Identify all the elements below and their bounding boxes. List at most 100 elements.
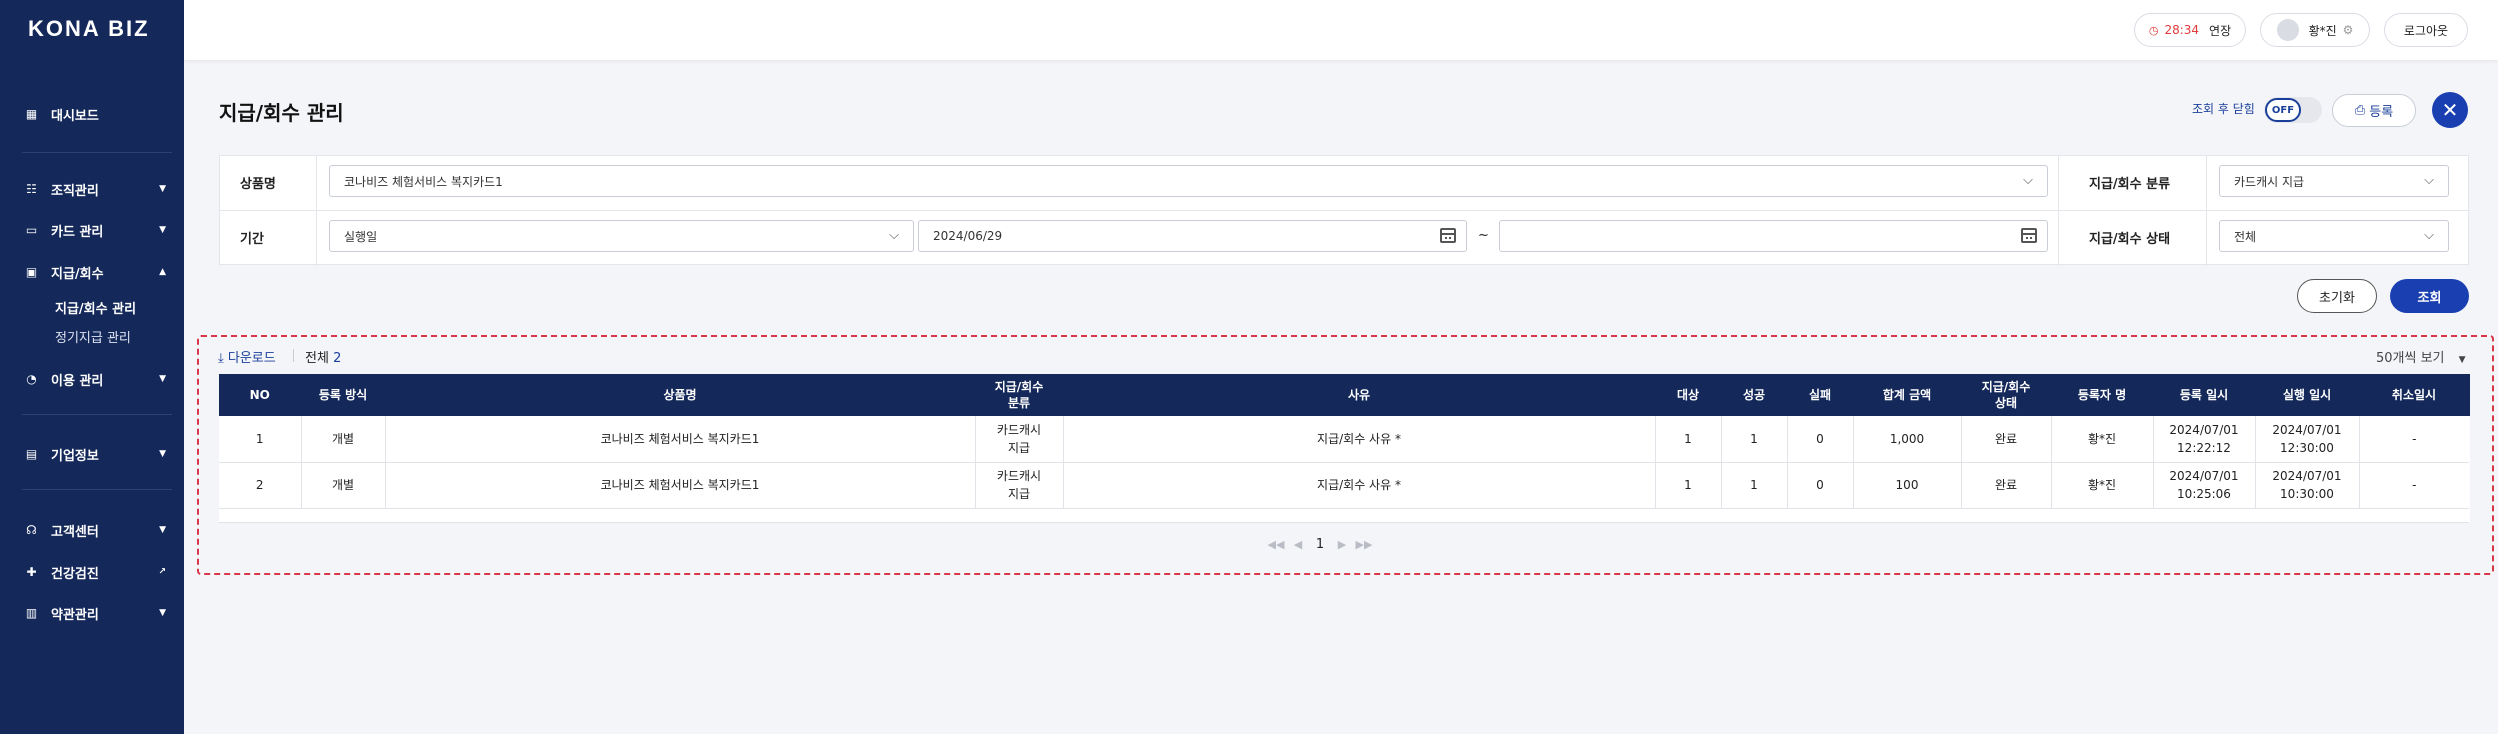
sidebar-subitem-payment-manage[interactable]: 지급/회수 관리 bbox=[55, 298, 136, 317]
health-icon: ✚ bbox=[26, 565, 37, 579]
last-page-icon[interactable]: ▶▶ bbox=[1353, 538, 1375, 551]
prev-page-icon[interactable]: ◀ bbox=[1287, 538, 1309, 551]
per-page-label: 50개씩 보기 bbox=[2376, 351, 2445, 366]
sidebar-item-label: 기업정보 bbox=[51, 448, 99, 464]
table-cell: 지급/회수 사유 * bbox=[1063, 416, 1656, 463]
search-button[interactable]: 조회 bbox=[2390, 279, 2469, 313]
filter-divider bbox=[2206, 156, 2207, 266]
download-label: 다운로드 bbox=[227, 351, 276, 366]
gear-icon: ⚙ bbox=[2342, 23, 2354, 37]
table-cell: 1 bbox=[1655, 462, 1722, 509]
sidebar-item-card[interactable]: ▭ 카드 관리 ▼ bbox=[0, 215, 184, 245]
column-header: 지급/회수 상태 bbox=[1961, 374, 2052, 416]
table-cell: 1 bbox=[1655, 416, 1722, 463]
category-label: 지급/회수 분류 bbox=[2089, 177, 2171, 192]
close-button[interactable]: ✕ bbox=[2432, 92, 2468, 128]
after-close-toggle[interactable]: OFF bbox=[2264, 97, 2322, 123]
sidebar: KONA BIZ ▦ 대시보드 ☷ 조직관리 ▼ ▭ 카드 관리 ▼ ▣ 지급/… bbox=[0, 0, 184, 734]
reset-button[interactable]: 초기화 bbox=[2297, 279, 2377, 313]
column-header: 등록자 명 bbox=[2051, 374, 2154, 416]
pagination: ◀◀ ◀ 1 ▶ ▶▶ bbox=[1265, 537, 1375, 552]
download-button[interactable]: ⤓ 다운로드 bbox=[218, 347, 276, 366]
category-value: 카드캐시 지급 bbox=[2234, 174, 2305, 189]
status-label: 지급/회수 상태 bbox=[2089, 232, 2171, 247]
chevron-down-icon: ⌵ bbox=[889, 228, 899, 243]
extend-button[interactable]: 연장 bbox=[2209, 22, 2231, 39]
column-header: 취소일시 bbox=[2359, 374, 2470, 416]
column-header: 등록 방식 bbox=[301, 374, 386, 416]
card-icon: ▭ bbox=[25, 223, 38, 237]
chevron-down-icon: ▼ bbox=[159, 525, 166, 535]
sidebar-item-label: 카드 관리 bbox=[51, 224, 104, 240]
calendar-icon[interactable] bbox=[1440, 228, 1456, 243]
timer-value: 28:34 bbox=[2164, 23, 2200, 37]
column-header: 합계 금액 bbox=[1853, 374, 1962, 416]
filter-divider bbox=[316, 156, 317, 266]
sidebar-item-payment[interactable]: ▣ 지급/회수 ▲ bbox=[0, 257, 184, 287]
column-header: 등록 일시 bbox=[2153, 374, 2256, 416]
start-date-input[interactable]: 2024/06/29 bbox=[918, 220, 1467, 252]
table-cell: - bbox=[2359, 462, 2469, 509]
sidebar-divider bbox=[22, 152, 172, 153]
status-select[interactable]: 전체 ⌵ bbox=[2219, 220, 2449, 252]
user-name: 황*진 bbox=[2308, 23, 2337, 38]
sidebar-item-organization[interactable]: ☷ 조직관리 ▼ bbox=[0, 174, 184, 204]
table-cell: 2024/07/01 10:30:00 bbox=[2255, 462, 2360, 509]
sidebar-item-usage[interactable]: ◔ 이용 관리 ▼ bbox=[0, 364, 184, 394]
sidebar-item-label: 조직관리 bbox=[51, 183, 99, 199]
sidebar-item-label: 건강검진 bbox=[51, 566, 99, 582]
table-row[interactable]: 2 개별 코나비즈 체험서비스 복지카드1 카드캐시 지급 지급/회수 사유 * 1 1 0 10… bbox=[219, 462, 2469, 509]
period-type-select[interactable]: 실행일 ⌵ bbox=[329, 220, 914, 252]
column-header: 실행 일시 bbox=[2255, 374, 2360, 416]
sidebar-item-terms[interactable]: ▥ 약관관리 ▼ bbox=[0, 598, 184, 628]
column-header: 대상 bbox=[1655, 374, 1722, 416]
register-button[interactable]: ⎙ 등록 bbox=[2332, 94, 2416, 127]
chevron-down-icon: ▼ bbox=[159, 608, 166, 618]
table-cell: 지급/회수 사유 * bbox=[1063, 462, 1656, 509]
table-cell: - bbox=[2359, 416, 2469, 463]
column-header: 지급/회수 분류 bbox=[975, 374, 1064, 416]
payment-icon: ▣ bbox=[25, 265, 38, 279]
table-row[interactable]: 1 개별 코나비즈 체험서비스 복지카드1 카드캐시 지급 지급/회수 사유 * 1 1 0 1,… bbox=[219, 416, 2469, 463]
sidebar-item-support[interactable]: ☊ 고객센터 ▼ bbox=[0, 515, 184, 545]
next-page-icon[interactable]: ▶ bbox=[1331, 538, 1353, 551]
end-date-input[interactable] bbox=[1499, 220, 2048, 252]
calendar-icon[interactable] bbox=[2021, 228, 2037, 243]
first-page-icon[interactable]: ◀◀ bbox=[1265, 538, 1287, 551]
period-type-value: 실행일 bbox=[344, 229, 378, 244]
sidebar-item-health[interactable]: ✚ 건강검진 ↗ bbox=[0, 557, 184, 587]
column-header: 성공 bbox=[1721, 374, 1788, 416]
total-label: 전체 bbox=[305, 351, 329, 366]
product-select[interactable]: 코나비즈 체험서비스 복지카드1 ⌵ bbox=[329, 165, 2048, 197]
sidebar-item-company[interactable]: ▤ 기업정보 ▼ bbox=[0, 439, 184, 469]
company-icon: ▤ bbox=[25, 447, 38, 461]
caret-down-icon: ▼ bbox=[2458, 355, 2466, 365]
sidebar-subitem-regular-payment[interactable]: 정기지급 관리 bbox=[55, 327, 131, 346]
table-cell: 100 bbox=[1853, 462, 1962, 509]
table-cell: 1 bbox=[1721, 416, 1788, 463]
sidebar-divider bbox=[22, 489, 172, 490]
sidebar-item-label: 지급/회수 bbox=[51, 266, 104, 282]
close-icon: ✕ bbox=[2441, 98, 2459, 122]
page-number[interactable]: 1 bbox=[1309, 537, 1331, 552]
chevron-down-icon: ⌵ bbox=[2424, 173, 2434, 188]
sidebar-item-label: 대시보드 bbox=[51, 108, 99, 124]
register-label: 등록 bbox=[2369, 105, 2394, 120]
clock-icon: ◷ bbox=[2148, 23, 2159, 37]
brand-logo[interactable]: KONA BIZ bbox=[28, 16, 150, 42]
page-title: 지급/회수 관리 bbox=[219, 101, 344, 125]
sidebar-item-dashboard[interactable]: ▦ 대시보드 bbox=[0, 99, 184, 129]
per-page-select[interactable]: 50개씩 보기 ▼ bbox=[2376, 347, 2466, 366]
product-value: 코나비즈 체험서비스 복지카드1 bbox=[344, 174, 503, 189]
table-cell: 황*진 bbox=[2051, 416, 2154, 463]
session-timer: ◷ 28:34 연장 bbox=[2134, 13, 2246, 47]
table-cell: 1 bbox=[219, 416, 302, 463]
category-select[interactable]: 카드캐시 지급 ⌵ bbox=[2219, 165, 2449, 197]
register-icon: ⎙ bbox=[2354, 103, 2366, 118]
logout-button[interactable]: 로그아웃 bbox=[2384, 13, 2468, 47]
table-cell: 완료 bbox=[1961, 462, 2052, 509]
table-cell: 2024/07/01 12:22:12 bbox=[2153, 416, 2256, 463]
user-menu[interactable]: 황*진 ⚙ bbox=[2260, 13, 2370, 47]
column-header: 사유 bbox=[1063, 374, 1656, 416]
column-header: 실패 bbox=[1787, 374, 1854, 416]
